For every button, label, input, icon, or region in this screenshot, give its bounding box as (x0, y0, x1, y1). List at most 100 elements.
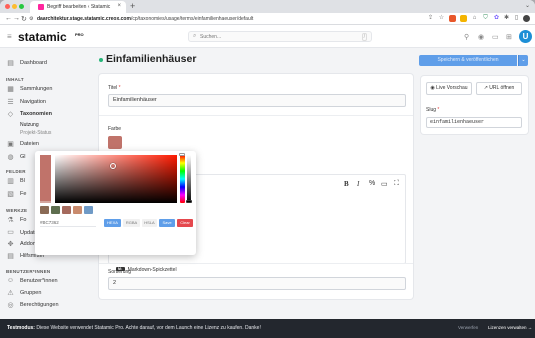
extension-note-icon[interactable] (460, 15, 467, 22)
fullscreen-icon[interactable]: ⛶ (394, 180, 399, 188)
required-marker: * (437, 107, 440, 113)
sidebar-item-benutzer[interactable]: ☺ Benutzer*innen (6, 277, 86, 286)
manage-licenses-button[interactable]: Lizenzen verwalten → (488, 324, 532, 332)
global-search[interactable]: ⌕ / (188, 31, 372, 42)
sidebar-item-dashboard[interactable]: ▤ Dashboard (6, 59, 86, 68)
required-marker: * (118, 85, 121, 91)
search-icon: ⌕ (193, 33, 197, 39)
sidebar-item-dateien[interactable]: ▣ Dateien (6, 140, 86, 149)
dismiss-link[interactable]: Verwerfen (458, 325, 478, 330)
search-input[interactable] (200, 34, 340, 40)
sidebar-item-berechtigungen[interactable]: ◎ Berechtigungen (6, 301, 86, 310)
extension-home-icon[interactable]: ⌂ (471, 15, 478, 22)
sidebar-item-label: Taxonomien (20, 111, 52, 117)
magic-wand-icon[interactable]: ⚲ (464, 33, 469, 41)
markdown-hint-text: Markdown-Spickzettel (127, 267, 177, 273)
preferences-icon[interactable]: ▭ (492, 33, 499, 41)
swatch-3[interactable] (62, 206, 71, 214)
share-icon[interactable]: ⇪ (427, 15, 434, 22)
browser-tab[interactable]: Begriff bearbeiten ‹ Statamic × (30, 1, 126, 13)
sidebar-item-label: Benutzer*innen (20, 278, 58, 284)
back-icon[interactable]: ← (5, 15, 12, 22)
color-cursor-handle[interactable] (110, 163, 116, 169)
license-message: Testmodus: Diese Website verwendet Stata… (7, 325, 261, 331)
sidebar-item-taxonomien[interactable]: ◇ Taxonomien (6, 110, 86, 119)
live-preview-button[interactable]: ◉ Live Vorschau (426, 82, 472, 95)
dashboard-icon: ▤ (7, 60, 14, 67)
extension-puzzle-icon[interactable]: ✱ (503, 15, 510, 22)
hue-slider-handle[interactable] (179, 153, 185, 156)
user-avatar[interactable]: U (519, 30, 532, 43)
sidebar-item-label: Gruppen (20, 290, 42, 296)
picker-save-button[interactable]: Save (159, 219, 175, 227)
opacity-slider-handle[interactable] (186, 200, 192, 203)
swatch-2[interactable] (51, 206, 60, 214)
hex-value-input[interactable]: #BC7362 (40, 218, 96, 227)
swatch-1[interactable] (40, 206, 49, 214)
browser-window: Begriff bearbeiten ‹ Statamic × + ⌄ ← → … (0, 0, 535, 338)
extension-shield-icon[interactable]: ⛉ (482, 15, 489, 22)
image-icon[interactable]: ▭ (381, 180, 388, 188)
eye-icon: ◉ (430, 85, 435, 91)
sidebar-item-sammlungen[interactable]: ▦ Sammlungen (6, 85, 86, 94)
save-options-icon[interactable]: ⌄ (518, 55, 528, 66)
mode-rgba-button[interactable]: RGBA (123, 219, 140, 227)
farbe-field-label: Farbe (108, 126, 122, 132)
mode-hsla-button[interactable]: HSLA (142, 219, 157, 227)
save-publish-button[interactable]: Speichern & veröffentlichen (419, 55, 517, 66)
navigation-icon: ☰ (7, 99, 14, 106)
new-tab-button[interactable]: + (130, 1, 135, 11)
page-title: Einfamilienhäuser (106, 53, 197, 65)
swatch-4[interactable] (73, 206, 82, 214)
title-input[interactable]: Einfamilienhäuser (108, 94, 406, 107)
address-bar: ← → ↻ ⚙ daarchitektur.stage.statamic.cre… (0, 13, 535, 25)
italic-icon[interactable]: I (357, 180, 359, 188)
previous-color-preview[interactable] (40, 201, 51, 203)
sidebar-section-benutzer: BENUTZER*INNEN (6, 269, 51, 274)
open-url-label: URL öffnen (489, 85, 515, 91)
link-icon[interactable]: % (369, 180, 375, 187)
sidebar-item-label: Navigation (20, 99, 46, 105)
mode-hexa-button[interactable]: HEXA (104, 219, 121, 227)
close-window-icon[interactable] (5, 4, 10, 9)
sidebar-item-label: Fo (20, 217, 27, 223)
sidebar-item-gruppen[interactable]: ⚠ Gruppen (6, 289, 86, 298)
tab-close-icon[interactable]: × (117, 3, 121, 9)
open-url-button[interactable]: ↗ URL öffnen (476, 82, 522, 95)
sidebar-item-label: Dateien (20, 141, 39, 147)
minimize-window-icon[interactable] (12, 4, 17, 9)
sidebar-subitem-nutzung[interactable]: Nutzung (20, 122, 39, 128)
swatch-5[interactable] (84, 206, 93, 214)
url-field[interactable]: daarchitektur.stage.statamic.creox.com/c… (37, 16, 253, 22)
sidebar-subitem-projekt-status[interactable]: Projekt-Status (20, 130, 51, 136)
slug-input[interactable]: einfamilienhaeuser (426, 117, 522, 128)
url-host: daarchitektur.stage.statamic.creox.com (37, 16, 131, 22)
extension-record-icon[interactable] (449, 15, 456, 22)
extension-gear-icon[interactable]: ✿ (493, 15, 500, 22)
reload-icon[interactable]: ↻ (21, 15, 27, 23)
hue-slider[interactable] (180, 155, 185, 203)
tab-menu-icon[interactable]: ⌄ (525, 2, 530, 9)
menu-toggle-icon[interactable]: ≡ (7, 32, 12, 41)
view-site-icon[interactable]: ◉ (478, 33, 484, 41)
grid-icon[interactable]: ⊞ (506, 33, 512, 41)
saturation-brightness-area[interactable] (55, 155, 177, 203)
bookmark-star-icon[interactable]: ☆ (438, 15, 445, 22)
url-path: /cp/taxonomies/usage/terms/einfamilienha… (130, 16, 254, 22)
color-swatch-button[interactable] (108, 136, 122, 149)
bold-icon[interactable]: B (344, 180, 349, 188)
taxonomies-icon: ◇ (7, 111, 14, 118)
statamic-logo[interactable]: statamic (18, 30, 67, 44)
maximize-window-icon[interactable] (19, 4, 24, 9)
forward-icon[interactable]: → (13, 15, 20, 22)
sidebar-section-felder: FELDER (6, 169, 26, 174)
site-info-icon[interactable]: ⚙ (29, 16, 33, 22)
search-shortcut-hint: / (361, 33, 367, 41)
profile-icon[interactable] (523, 15, 530, 22)
opacity-slider[interactable] (187, 155, 191, 203)
title-label-text: Titel (108, 85, 118, 91)
picker-clear-button[interactable]: Clear (177, 219, 193, 227)
sidebar-toggle-icon[interactable]: ▯ (513, 15, 520, 22)
sidebar-item-navigation[interactable]: ☰ Navigation (6, 98, 86, 107)
sortierung-input[interactable]: 2 (108, 277, 406, 290)
